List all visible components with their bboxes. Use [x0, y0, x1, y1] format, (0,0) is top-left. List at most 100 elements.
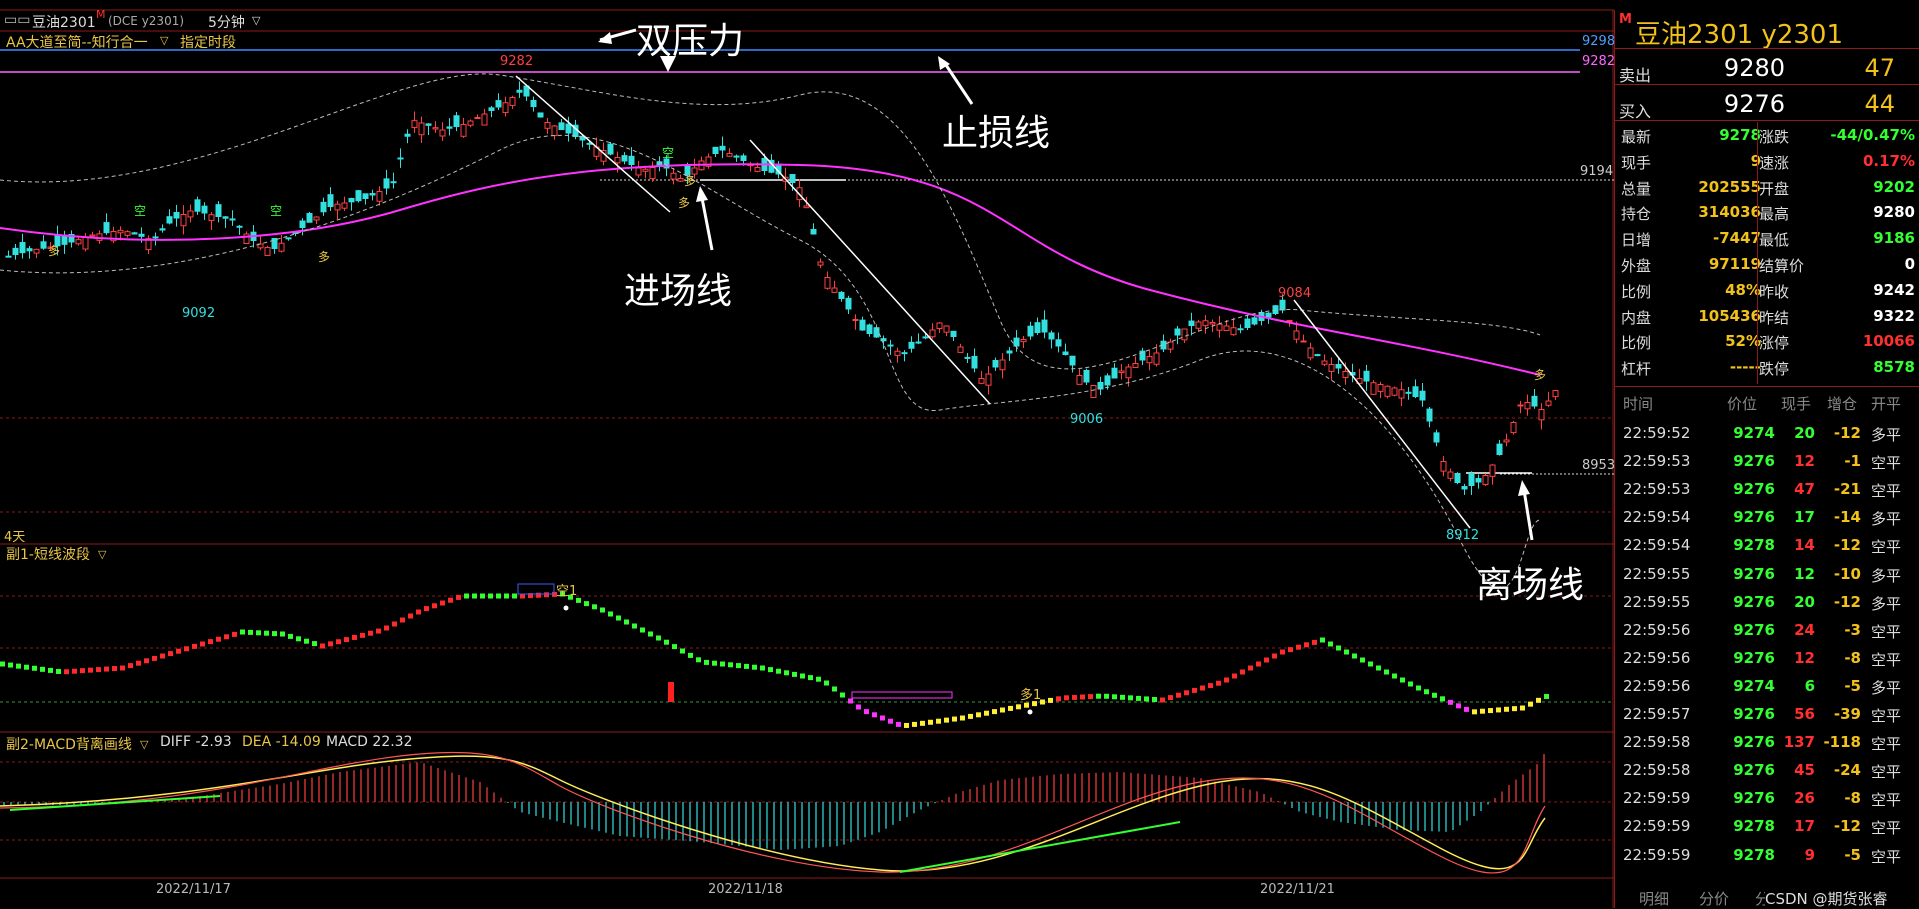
wave-dot: [376, 628, 381, 634]
candle-body: [908, 341, 915, 349]
candle-body: [726, 153, 733, 157]
tick-row[interactable]: 22:59:52 9274 20 -12 多平: [1615, 420, 1919, 448]
tick-row[interactable]: 22:59:55 9276 20 -12 多平: [1615, 589, 1919, 617]
price-label-entry-level: 9194: [1580, 164, 1614, 179]
candle-body: [537, 112, 544, 118]
candle-body: [894, 350, 901, 356]
wave-dot: [0, 661, 5, 667]
tick-row[interactable]: 22:59:58 9276 137 -118 空平: [1615, 729, 1919, 757]
period-selector[interactable]: 5分钟: [208, 12, 245, 32]
wave-dot: [360, 632, 365, 638]
candle-body: [1405, 391, 1412, 394]
tab-detail[interactable]: 明细: [1639, 888, 1669, 909]
wave-dot: [1352, 653, 1357, 659]
quote-title[interactable]: 豆油2301 y2301: [1635, 14, 1843, 51]
tick-row[interactable]: 22:59:58 9276 45 -24 空平: [1615, 757, 1919, 785]
tick-row[interactable]: 22:59:59 9278 9 -5 空平: [1615, 842, 1919, 870]
candle-body: [1132, 363, 1139, 368]
candle-body: [355, 190, 362, 202]
stat-row: 内盘 105436: [1621, 307, 1761, 331]
sub1-marker-short: 空1: [556, 584, 578, 599]
main-chart-svg[interactable]: [0, 0, 1614, 908]
wave-dot: [672, 644, 677, 650]
tick-row[interactable]: 22:59:54 9276 17 -14 多平: [1615, 504, 1919, 532]
stat-row: 速涨 0.17%: [1759, 152, 1915, 176]
candle-body: [1328, 364, 1335, 372]
tick-row[interactable]: 22:59:56 9274 6 -5 多平: [1615, 673, 1919, 701]
wave-dot: [80, 668, 85, 674]
wave-dot: [1336, 645, 1341, 651]
buy-row[interactable]: 买入 9276 44: [1615, 86, 1919, 121]
candle-body: [5, 255, 12, 258]
candle-body: [838, 291, 845, 300]
chevron-down-icon[interactable]: ▽: [160, 34, 168, 47]
candle-body: [474, 117, 481, 119]
tick-time: 22:59:59: [1623, 845, 1691, 864]
buy-label: 买入: [1619, 102, 1652, 121]
wave-dot: [408, 613, 413, 619]
wave-dot: [1264, 657, 1269, 663]
tick-type: 空平: [1871, 847, 1902, 866]
sell-row[interactable]: 卖出 9280 47: [1615, 50, 1919, 85]
wave-dot: [1160, 697, 1165, 703]
indicator-name[interactable]: AA大道至简--知行合一: [6, 32, 148, 52]
candle-body: [1412, 386, 1419, 397]
wave-dot: [48, 667, 53, 673]
tick-row[interactable]: 22:59:59 9278 17 -12 空平: [1615, 813, 1919, 841]
chart-area[interactable]: ▭▭ 豆油2301 M (DCE y2301) 5分钟 ▽ AA大道至简--知行…: [0, 0, 1615, 908]
candle-body: [390, 181, 397, 184]
tick-oi: -12: [1833, 424, 1861, 442]
candle-body: [1440, 461, 1447, 472]
wave-dot: [32, 665, 37, 671]
tick-row[interactable]: 22:59:54 9278 14 -12 空平: [1615, 532, 1919, 560]
candle-body: [40, 241, 47, 249]
bottom-tabs: 明细 分价 分笔 CSDN @期货张睿: [1615, 886, 1919, 909]
wave-dot: [928, 719, 933, 725]
indicator-bar: AA大道至简--知行合一 ▽ 指定时段: [0, 31, 1614, 52]
stat-label: 涨跌: [1759, 128, 1790, 146]
tick-row[interactable]: 22:59:56 9276 24 -3 空平: [1615, 617, 1919, 645]
tick-vol: 17: [1794, 508, 1815, 527]
candle-body: [33, 248, 40, 254]
candle-body: [1496, 443, 1503, 456]
candle-body: [1069, 355, 1076, 366]
candle-body: [446, 126, 453, 129]
window-icon[interactable]: ▭▭: [4, 12, 30, 28]
wave-dot: [64, 669, 69, 675]
wave-dot: [696, 657, 701, 663]
macd-readout: MACD 22.32: [326, 734, 413, 750]
period-filter[interactable]: 指定时段: [180, 32, 236, 52]
chevron-down-icon[interactable]: ▽: [140, 738, 148, 751]
wave-dot: [1368, 661, 1373, 667]
tick-row[interactable]: 22:59:57 9276 56 -39 空平: [1615, 701, 1919, 729]
tick-row[interactable]: 22:59:59 9276 26 -8 空平: [1615, 785, 1919, 813]
candle-body: [1202, 320, 1209, 327]
stat-row: 杠杆 -----: [1621, 358, 1761, 382]
candle-body: [418, 122, 425, 136]
tick-price: 9276: [1733, 761, 1775, 780]
tick-row[interactable]: 22:59:56 9276 12 -8 空平: [1615, 645, 1919, 673]
tab-price-dist[interactable]: 分价: [1699, 888, 1729, 909]
tick-oi: -8: [1844, 648, 1861, 667]
tick-type: 多平: [1871, 566, 1902, 585]
stat-value: 9278: [1719, 126, 1761, 144]
candle-body: [215, 204, 222, 217]
chevron-down-icon[interactable]: ▽: [98, 548, 106, 561]
tick-row[interactable]: 22:59:55 9276 12 -10 多平: [1615, 561, 1919, 589]
stat-label: 最高: [1759, 205, 1790, 224]
wave-dot: [1240, 669, 1245, 675]
wave-dot: [1376, 665, 1381, 671]
chevron-down-icon[interactable]: ▽: [252, 14, 260, 27]
stat-row: 最高 9280: [1759, 203, 1915, 227]
tick-row[interactable]: 22:59:53 9276 12 -1 空平: [1615, 448, 1919, 476]
tick-row[interactable]: 22:59:53 9276 47 -21 空平: [1615, 476, 1919, 504]
wave-dot: [1216, 680, 1221, 686]
candle-body: [971, 355, 978, 369]
dea-label: DEA: [242, 734, 272, 750]
sub2-title[interactable]: 副2-MACD背离画线: [6, 734, 132, 754]
signal-long: 多: [48, 244, 61, 258]
stat-row: 昨结 9322: [1759, 307, 1915, 331]
tick-oi: -12: [1833, 536, 1861, 555]
sub1-title[interactable]: 副1-短线波段: [6, 544, 90, 564]
symbol-name[interactable]: 豆油2301: [32, 12, 96, 32]
